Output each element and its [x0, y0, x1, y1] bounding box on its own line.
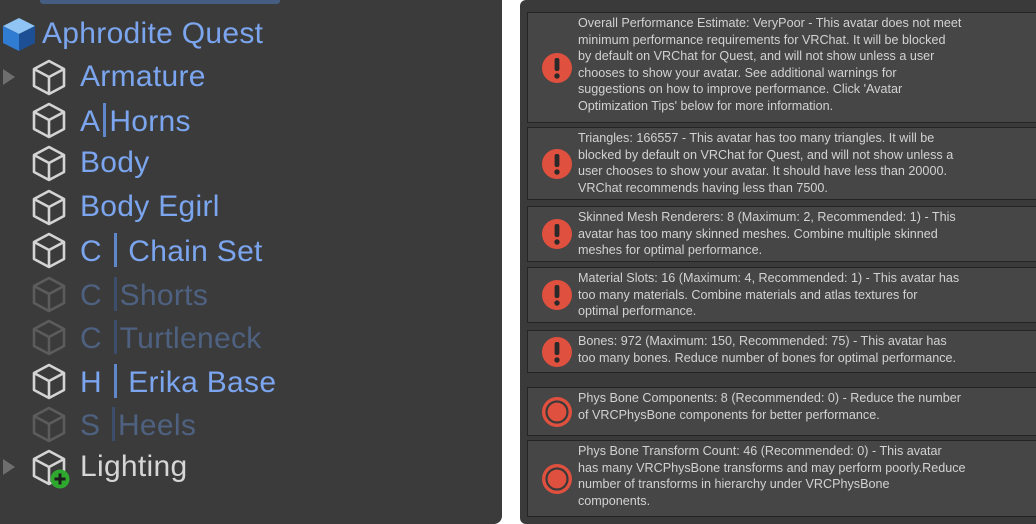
- warning-text: Material Slots: 16 (Maximum: 4, Recommen…: [578, 271, 960, 319]
- hierarchy-item-row[interactable]: Body Egirl: [0, 185, 502, 229]
- item-prefix: C: [80, 279, 111, 312]
- hierarchy-item-label: S Heels: [80, 407, 196, 441]
- name-separator: [111, 407, 115, 441]
- hierarchy-item-row[interactable]: C Chain Set: [0, 228, 502, 272]
- warning-text: Overall Performance Estimate: VeryPoor -…: [578, 16, 962, 113]
- item-prefix: C: [80, 235, 111, 268]
- warning-text: Triangles: 166557 - This avatar has too …: [578, 131, 954, 195]
- hierarchy-item-row[interactable]: C Turtleneck: [0, 315, 502, 359]
- item-name: Body Egirl: [80, 190, 220, 223]
- performance-warnings-panel: Overall Performance Estimate: VeryPoor -…: [520, 0, 1036, 524]
- error-icon: [542, 336, 572, 367]
- hierarchy-item-label: Armature: [80, 62, 206, 92]
- item-name: Chain Set: [119, 235, 263, 268]
- warning-message: Skinned Mesh Renderers: 8 (Maximum: 2, R…: [527, 206, 1036, 262]
- item-prefix: C: [80, 322, 111, 355]
- warning-message: Phys Bone Transform Count: 46 (Recommend…: [527, 440, 1036, 517]
- hierarchy-panel: Aphrodite Quest Armature A Horns Body Body E…: [0, 0, 502, 524]
- warning-message: Triangles: 166557 - This avatar has too …: [527, 127, 1036, 200]
- hierarchy-item-label: Lighting: [80, 452, 188, 482]
- error-icon: [542, 148, 572, 179]
- gameobject-cube-icon: [32, 232, 66, 269]
- item-name: Shorts: [119, 279, 209, 312]
- warning-message: Bones: 972 (Maximum: 150, Recommended: 7…: [527, 330, 1036, 373]
- item-name: Horns: [109, 105, 191, 138]
- name-separator: [113, 277, 117, 311]
- foldout-arrow-icon[interactable]: [3, 459, 15, 475]
- hierarchy-item-label: C Chain Set: [80, 233, 263, 267]
- hierarchy-item-row[interactable]: C Shorts: [0, 272, 502, 316]
- added-object-plus-icon: [50, 469, 70, 489]
- gameobject-cube-icon: [32, 102, 66, 139]
- warning-text: Phys Bone Transform Count: 46 (Recommend…: [578, 444, 966, 508]
- hierarchy-item-label: A Horns: [80, 103, 191, 137]
- item-name: Heels: [117, 409, 197, 442]
- item-name: Erika Base: [119, 366, 277, 399]
- gameobject-cube-icon: [32, 189, 66, 226]
- item-prefix: H: [80, 366, 111, 399]
- gameobject-cube-icon: [32, 276, 66, 313]
- item-name: Turtleneck: [119, 322, 262, 355]
- name-separator: [113, 364, 117, 398]
- hierarchy-item-row[interactable]: Lighting: [0, 445, 502, 489]
- prefab-cube-icon: [3, 18, 35, 51]
- gameobject-cube-icon: [32, 363, 66, 400]
- warning-message: Phys Bone Components: 8 (Recommended: 0)…: [527, 387, 1036, 436]
- hierarchy-item-label: C Turtleneck: [80, 320, 262, 354]
- name-separator: [113, 233, 117, 267]
- warning-text: Bones: 972 (Maximum: 150, Recommended: 7…: [578, 334, 957, 365]
- hierarchy-item-row[interactable]: Body: [0, 141, 502, 185]
- hierarchy-item-row[interactable]: S Heels: [0, 402, 502, 446]
- item-name: Lighting: [80, 450, 188, 483]
- gameobject-cube-icon: [32, 406, 66, 443]
- error-icon: [542, 280, 572, 310]
- item-name: Body: [80, 146, 150, 179]
- hierarchy-root-row[interactable]: Aphrodite Quest: [0, 12, 502, 56]
- gameobject-cube-icon: [32, 319, 66, 356]
- item-prefix: S: [80, 409, 109, 442]
- error-icon: [542, 219, 572, 249]
- gameobject-cube-icon: [32, 59, 66, 96]
- warning-text: Skinned Mesh Renderers: 8 (Maximum: 2, R…: [578, 210, 956, 258]
- cropped-item-label: [40, 0, 280, 4]
- hierarchy-root-label: Aphrodite Quest: [42, 17, 264, 50]
- warning-message: Material Slots: 16 (Maximum: 4, Recommen…: [527, 267, 1036, 323]
- hierarchy-item-label: H Erika Base: [80, 364, 276, 398]
- name-separator: [113, 320, 117, 354]
- hierarchy-item-label: Body Egirl: [80, 192, 220, 222]
- warning-text: Phys Bone Components: 8 (Recommended: 0)…: [578, 391, 961, 422]
- hierarchy-item-row[interactable]: Armature: [0, 55, 502, 99]
- name-separator: [103, 103, 107, 137]
- gameobject-cube-icon: [32, 145, 66, 182]
- hierarchy-item-row[interactable]: H Erika Base: [0, 359, 502, 403]
- foldout-arrow-icon[interactable]: [3, 69, 15, 85]
- item-prefix: A: [80, 105, 101, 138]
- hierarchy-item-row[interactable]: A Horns: [0, 98, 502, 142]
- very-poor-icon: [542, 396, 572, 427]
- hierarchy-item-label: C Shorts: [80, 277, 208, 311]
- hierarchy-item-label: Body: [80, 148, 150, 178]
- error-icon: [542, 52, 572, 83]
- very-poor-icon: [542, 463, 572, 494]
- item-name: Armature: [80, 60, 206, 93]
- warning-message: Overall Performance Estimate: VeryPoor -…: [527, 12, 1036, 123]
